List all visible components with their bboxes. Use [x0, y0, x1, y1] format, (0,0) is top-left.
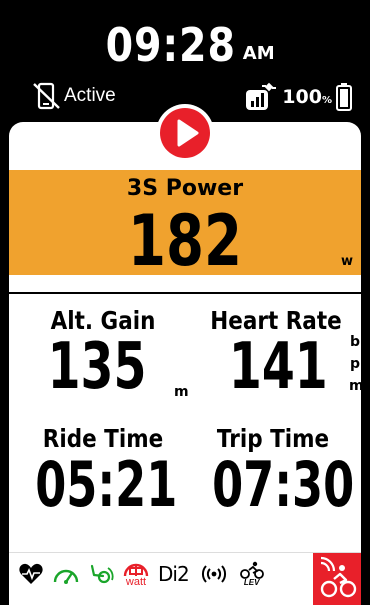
clock: 09:28 AM: [0, 18, 370, 72]
gps-signal-icon: [242, 82, 277, 112]
start-button-face[interactable]: [160, 108, 210, 158]
heart-rate-unit-p: p: [350, 356, 361, 372]
lev-label: LEV: [243, 578, 260, 587]
clock-ampm: AM: [242, 43, 275, 64]
power-value: 182: [128, 200, 242, 282]
heart-rate-icon: [18, 562, 44, 586]
power-label: 3S Power: [126, 176, 244, 201]
divider: [9, 292, 361, 294]
cadence-icon: [88, 561, 114, 587]
sensor-bar-divider: [9, 552, 361, 553]
bike-profile-button[interactable]: [313, 553, 361, 605]
heart-rate-unit-b: b: [350, 334, 361, 350]
di2-icon: Di2: [158, 562, 190, 586]
phone-status: Active: [32, 82, 116, 110]
start-button[interactable]: [156, 104, 214, 162]
ride-time-value: 05:21: [35, 448, 178, 521]
trip-time-value: 07:30: [212, 448, 355, 521]
battery-percent: 100%: [282, 86, 332, 108]
bike-icon: [320, 556, 357, 598]
alt-gain-unit: m: [174, 384, 189, 400]
heart-rate-value: 141: [228, 330, 328, 404]
radar-icon: [197, 563, 231, 585]
power-meter-icon: watt: [122, 560, 150, 588]
device-status: 100%: [242, 82, 352, 112]
speed-icon: [52, 563, 80, 585]
battery-icon: [336, 83, 352, 111]
device-screen: 09:28 AM Active 100% 3S Power 182 w Alt.…: [0, 0, 370, 605]
sensor-icons: watt Di2 LEV: [18, 560, 265, 588]
phone-off-icon: [32, 82, 62, 110]
phone-status-label: Active: [64, 85, 116, 106]
play-icon: [177, 119, 199, 147]
power-field[interactable]: 3S Power 182 w: [9, 170, 361, 282]
lev-bike-icon: LEV: [239, 561, 265, 587]
power-meter-label: watt: [125, 576, 147, 588]
heart-rate-unit-m: m: [349, 378, 364, 394]
alt-gain-value: 135: [47, 330, 147, 404]
clock-time: 09:28: [105, 18, 237, 72]
power-unit: w: [340, 254, 353, 269]
